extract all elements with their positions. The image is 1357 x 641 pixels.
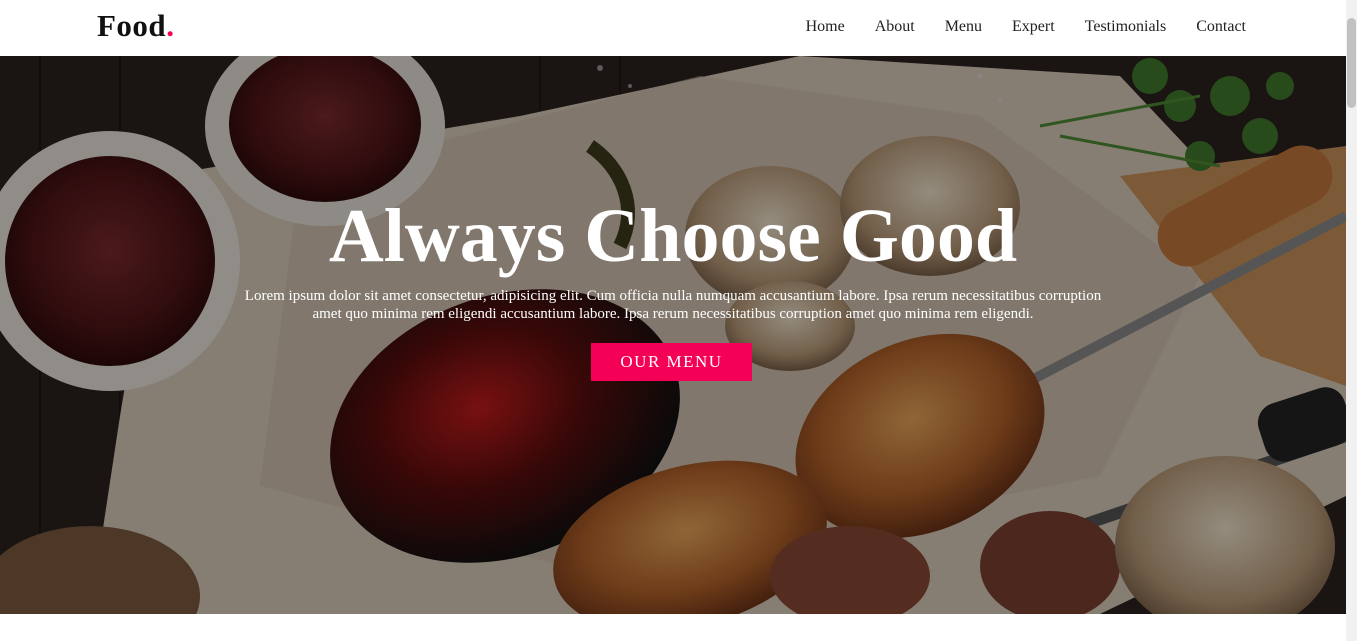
hero-section: Always Choose Good Lorem ipsum dolor sit… — [0, 56, 1346, 614]
site-header: Food. Home About Menu Expert Testimonial… — [0, 0, 1346, 56]
scrollbar-thumb[interactable] — [1347, 18, 1356, 108]
nav-home[interactable]: Home — [806, 18, 845, 36]
our-menu-button[interactable]: OUR MENU — [591, 343, 752, 381]
hero-overlay — [0, 56, 1346, 614]
nav-menu[interactable]: Menu — [945, 18, 982, 36]
hero-title: Always Choose Good — [328, 194, 1018, 278]
page-scrollbar[interactable] — [1346, 0, 1357, 641]
logo-text: Food — [97, 8, 167, 43]
logo[interactable]: Food. — [97, 8, 174, 44]
nav-contact[interactable]: Contact — [1196, 18, 1246, 36]
main-nav: Home About Menu Expert Testimonials Cont… — [806, 18, 1246, 36]
nav-about[interactable]: About — [875, 18, 915, 36]
hero-description: Lorem ipsum dolor sit amet consectetur, … — [244, 288, 1102, 322]
nav-expert[interactable]: Expert — [1012, 18, 1055, 36]
nav-testimonials[interactable]: Testimonials — [1085, 18, 1167, 36]
logo-dot: . — [166, 8, 175, 43]
